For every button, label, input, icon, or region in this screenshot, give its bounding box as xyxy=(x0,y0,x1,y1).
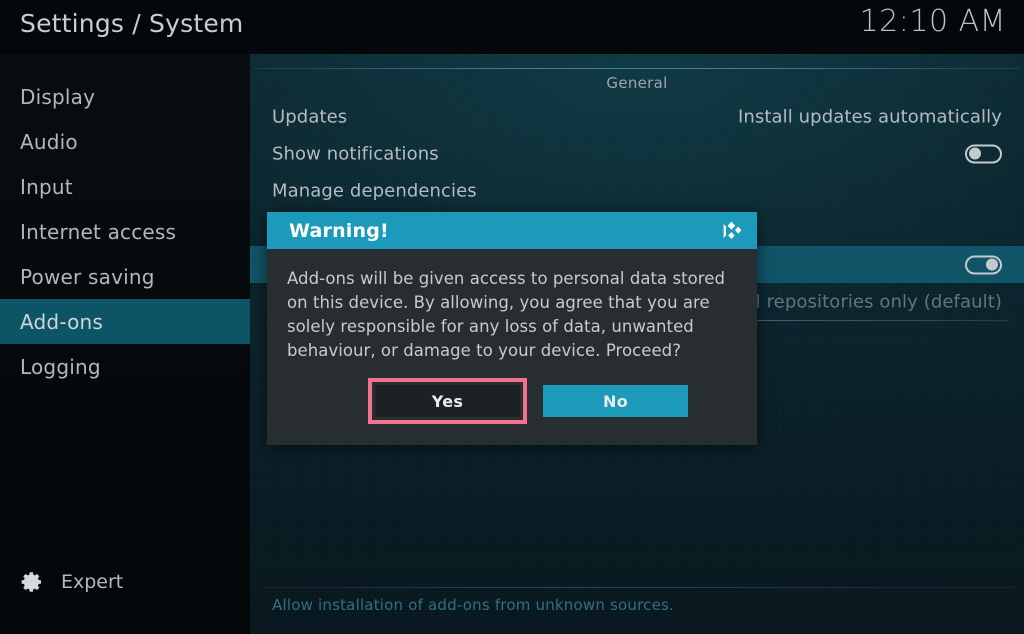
sidebar-item-power-saving[interactable]: Power saving xyxy=(0,254,250,299)
setting-description: Allow installation of add-ons from unkno… xyxy=(272,596,675,614)
yes-button[interactable]: Yes xyxy=(375,385,520,417)
kodi-settings-screen: Settings / System 12:10 AM General Updat… xyxy=(0,0,1024,634)
top-bar: Settings / System 12:10 AM xyxy=(0,0,1024,54)
sidebar-item-label: Logging xyxy=(20,354,101,379)
gear-icon xyxy=(21,572,41,592)
dialog-message: Add-ons will be given access to personal… xyxy=(287,269,726,360)
no-button[interactable]: No xyxy=(543,385,688,417)
toggle-unknown-sources[interactable] xyxy=(965,255,1002,274)
warning-dialog: Warning! Add-ons will be given access to… xyxy=(267,212,757,445)
settings-level-label: Expert xyxy=(61,571,124,593)
sidebar-item-label: Power saving xyxy=(20,264,155,289)
sidebar-item-internet-access[interactable]: Internet access xyxy=(0,209,250,254)
settings-level-button[interactable]: Expert xyxy=(0,562,250,602)
setting-label: Updates xyxy=(272,106,348,127)
breadcrumb: Settings / System xyxy=(20,9,244,38)
setting-row-show-notifications[interactable]: Show notifications xyxy=(250,135,1024,172)
sidebar-item-logging[interactable]: Logging xyxy=(0,344,250,389)
dialog-header: Warning! xyxy=(267,212,757,249)
sidebar-item-label: Internet access xyxy=(20,219,177,244)
sidebar-item-add-ons[interactable]: Add-ons xyxy=(0,299,250,344)
sidebar-item-label: Input xyxy=(20,174,73,199)
toggle-show-notifications[interactable] xyxy=(965,144,1002,163)
category-title: General xyxy=(606,74,668,92)
toggle-knob xyxy=(969,147,981,160)
setting-row-updates[interactable]: Updates Install updates automatically xyxy=(250,98,1024,135)
sidebar-item-display[interactable]: Display xyxy=(0,74,250,119)
sidebar-item-audio[interactable]: Audio xyxy=(0,119,250,164)
setting-value[interactable]: Install updates automatically xyxy=(738,106,1002,127)
dialog-body: Add-ons will be given access to personal… xyxy=(267,249,757,445)
sidebar-item-label: Audio xyxy=(20,129,78,154)
kodi-logo-icon xyxy=(723,221,742,239)
sidebar-item-label: Display xyxy=(20,84,96,109)
description-divider xyxy=(260,587,1014,588)
setting-label: Show notifications xyxy=(272,143,439,164)
toggle-knob xyxy=(986,258,998,271)
sidebar-item-input[interactable]: Input xyxy=(0,164,250,209)
setting-row-manage-dependencies[interactable]: Manage dependencies xyxy=(250,172,1024,209)
settings-sidebar: Display Audio Input Internet access Powe… xyxy=(0,54,250,634)
dialog-title: Warning! xyxy=(289,219,389,242)
clock: 12:10 AM xyxy=(859,4,1006,39)
setting-label: Manage dependencies xyxy=(272,180,477,201)
sidebar-item-label: Add-ons xyxy=(20,309,104,334)
category-divider xyxy=(254,68,1020,69)
dialog-button-row: Yes No xyxy=(287,377,737,431)
